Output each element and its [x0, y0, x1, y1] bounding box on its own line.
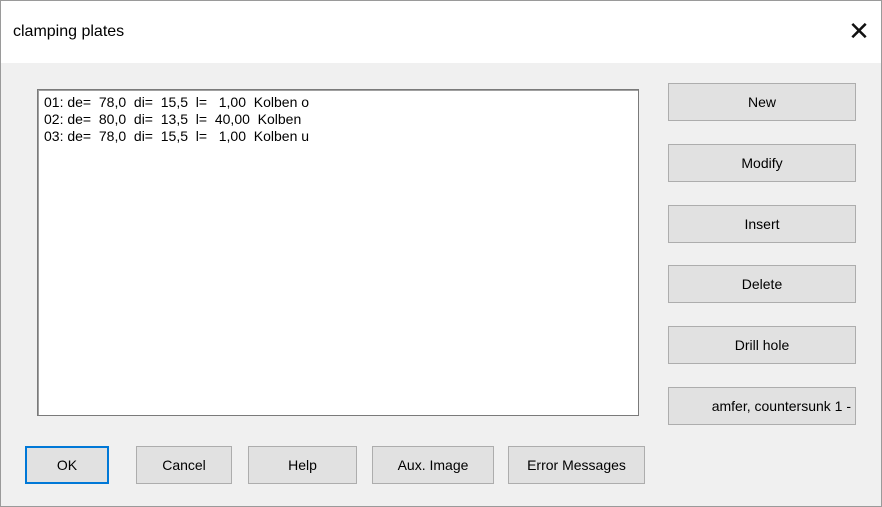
cancel-button[interactable]: Cancel [136, 446, 232, 484]
modify-button[interactable]: Modify [668, 144, 856, 182]
new-button[interactable]: New [668, 83, 856, 121]
drill-hole-button[interactable]: Drill hole [668, 326, 856, 364]
delete-button[interactable]: Delete [668, 265, 856, 303]
clamping-plates-dialog: clamping plates ✕ 01: de= 78,0 di= 15,5 … [0, 0, 882, 507]
close-icon[interactable]: ✕ [841, 13, 877, 49]
error-messages-button[interactable]: Error Messages [508, 446, 645, 484]
list-item[interactable]: 03: de= 78,0 di= 15,5 l= 1,00 Kolben u [44, 128, 632, 145]
insert-button[interactable]: Insert [668, 205, 856, 243]
chamfer-countersunk-button[interactable]: amfer, countersunk 1 - [668, 387, 856, 425]
ok-button[interactable]: OK [25, 446, 109, 484]
list-item[interactable]: 01: de= 78,0 di= 15,5 l= 1,00 Kolben o [44, 94, 632, 111]
list-item[interactable]: 02: de= 80,0 di= 13,5 l= 40,00 Kolben [44, 111, 632, 128]
window-title: clamping plates [13, 23, 125, 40]
aux-image-button[interactable]: Aux. Image [372, 446, 494, 484]
title-bar: clamping plates ✕ [1, 1, 881, 63]
help-button[interactable]: Help [248, 446, 357, 484]
clamping-plates-list[interactable]: 01: de= 78,0 di= 15,5 l= 1,00 Kolben o 0… [37, 89, 639, 416]
